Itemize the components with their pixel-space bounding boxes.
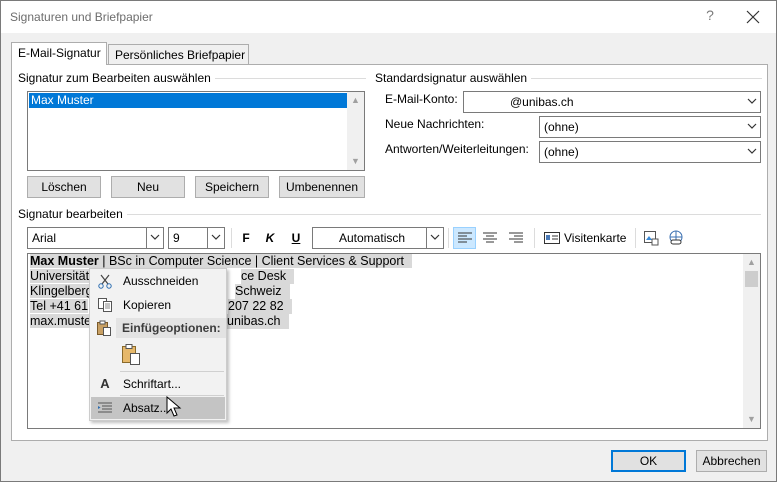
tab-email-signature-label: E-Mail-Signatur — [18, 46, 101, 60]
scroll-up-icon[interactable]: ▲ — [347, 92, 364, 109]
editor-scrollbar[interactable]: ▲ ▼ — [743, 254, 760, 428]
save-button[interactable]: Speichern — [195, 176, 269, 198]
scrollbar-thumb[interactable] — [745, 271, 758, 287]
signature-list[interactable]: Max Muster ▲ ▼ — [27, 91, 365, 171]
font-color-select[interactable]: Automatisch — [312, 227, 444, 249]
signatures-dialog: Signaturen und Briefpapier ? E-Mail-Sign… — [0, 0, 777, 482]
replies-forwards-select[interactable]: (ohne) — [539, 141, 761, 163]
new-messages-label: Neue Nachrichten: — [385, 117, 485, 131]
scroll-down-icon[interactable]: ▼ — [347, 153, 364, 170]
chevron-down-icon[interactable] — [743, 92, 760, 112]
align-left-icon[interactable] — [453, 227, 476, 249]
business-card-button[interactable]: Visitenkarte — [542, 228, 632, 248]
tab-personal-stationery[interactable]: Persönliches Briefpapier — [108, 44, 249, 64]
toolbar-separator — [534, 228, 535, 248]
select-signature-heading: Signatur zum Bearbeiten auswählen — [18, 71, 215, 85]
signature-line-3-right: Schweiz — [235, 284, 290, 299]
bold-button[interactable]: F — [236, 228, 256, 248]
email-account-label: E-Mail-Konto: — [385, 92, 458, 106]
paragraph-icon — [97, 400, 113, 416]
menu-item-paragraph-label: Absatz... — [123, 401, 170, 415]
signature-line-4-right: 207 22 82 — [228, 299, 292, 314]
toolbar-separator — [635, 228, 636, 248]
ok-button[interactable]: OK — [611, 450, 686, 472]
menu-item-copy[interactable]: Kopieren — [91, 294, 225, 316]
list-item[interactable]: Max Muster — [29, 93, 347, 108]
italic-button[interactable]: K — [260, 228, 280, 248]
chevron-down-icon[interactable] — [743, 117, 760, 137]
new-messages-select[interactable]: (ohne) — [539, 116, 761, 138]
menu-item-font-label: Schriftart... — [123, 377, 182, 391]
scroll-down-icon[interactable]: ▼ — [743, 411, 760, 428]
window-title: Signaturen und Briefpapier — [10, 10, 153, 24]
menu-item-cut[interactable]: Ausschneiden — [91, 270, 225, 292]
context-menu: Ausschneiden Kopieren Einfügeoptionen: A… — [89, 268, 227, 421]
align-right-icon[interactable] — [506, 228, 526, 248]
menu-separator — [120, 371, 224, 372]
signature-line-5-left: max.muste — [30, 314, 92, 328]
tab-email-signature[interactable]: E-Mail-Signatur — [11, 42, 107, 65]
font-select[interactable]: Arial — [27, 227, 164, 249]
font-icon: A — [100, 376, 110, 391]
insert-hyperlink-icon[interactable] — [666, 228, 686, 248]
signature-title: | BSc in Computer Science | Client Servi… — [98, 254, 405, 268]
font-size-select[interactable]: 9 — [168, 227, 225, 249]
signature-line-2: Universität ce Desk — [30, 269, 295, 284]
section-divider — [211, 78, 366, 79]
signature-line-2-left: Universität — [30, 269, 90, 283]
insert-picture-icon[interactable] — [641, 228, 661, 248]
new-messages-value: (ohne) — [544, 120, 579, 134]
chevron-down-icon[interactable] — [426, 228, 443, 248]
delete-button[interactable]: Löschen — [27, 176, 101, 198]
signature-line-3: Klingelberg Schweiz — [30, 284, 290, 299]
section-divider — [123, 214, 761, 215]
chevron-down-icon[interactable] — [146, 228, 163, 248]
signature-line-5: max.muste unibas.ch — [30, 314, 289, 329]
signature-name: Max Muster — [30, 254, 99, 268]
business-card-icon — [544, 231, 560, 248]
scroll-up-icon[interactable]: ▲ — [743, 254, 760, 271]
toolbar-separator — [448, 228, 449, 248]
section-divider — [526, 78, 762, 79]
paste-options-header: Einfügeoptionen: — [116, 318, 226, 338]
mouse-cursor-icon — [166, 395, 182, 418]
cancel-button[interactable]: Abbrechen — [696, 450, 767, 472]
rename-button[interactable]: Umbenennen — [279, 176, 365, 198]
paste-icon — [96, 320, 112, 336]
chevron-down-icon[interactable] — [743, 142, 760, 162]
menu-item-cut-label: Ausschneiden — [123, 274, 199, 288]
business-card-label: Visitenkarte — [564, 231, 627, 245]
default-signature-heading: Standardsignatur auswählen — [375, 71, 532, 85]
signature-line-5-right: unibas.ch — [227, 314, 289, 329]
email-account-value: @unibas.ch — [510, 95, 574, 109]
font-value: Arial — [32, 231, 57, 245]
signature-list-scrollbar[interactable]: ▲ ▼ — [347, 92, 364, 170]
signature-line-2-right: ce Desk — [241, 269, 295, 284]
underline-button[interactable]: U — [286, 228, 306, 248]
title-bar: Signaturen und Briefpapier ? — [1, 1, 776, 33]
scissors-icon — [97, 273, 113, 289]
menu-item-font[interactable]: A Schriftart... — [91, 373, 225, 395]
replies-forwards-value: (ohne) — [544, 145, 579, 159]
close-icon[interactable] — [741, 5, 765, 29]
paste-keep-text-only-icon[interactable] — [120, 343, 144, 367]
chevron-down-icon[interactable] — [207, 228, 224, 248]
replies-forwards-label: Antworten/Weiterleitungen: — [385, 142, 529, 156]
signature-line-4-left: Tel +41 61 — [30, 299, 89, 313]
font-size-value: 9 — [173, 231, 180, 245]
signature-line-1: Max Muster | BSc in Computer Science | C… — [30, 254, 413, 269]
signature-line-4: Tel +41 61 207 22 82 — [30, 299, 292, 314]
menu-item-paragraph[interactable]: Absatz... — [91, 397, 225, 419]
edit-signature-heading: Signatur bearbeiten — [18, 207, 127, 221]
align-center-icon[interactable] — [480, 228, 500, 248]
menu-item-copy-label: Kopieren — [123, 298, 172, 312]
new-button[interactable]: Neu — [111, 176, 185, 198]
help-button[interactable]: ? — [700, 7, 720, 23]
copy-icon — [97, 297, 113, 313]
font-color-value: Automatisch — [339, 231, 406, 245]
email-account-select[interactable]: @unibas.ch — [463, 91, 761, 113]
signature-line-3-left: Klingelberg — [30, 284, 93, 298]
tab-personal-stationery-label: Persönliches Briefpapier — [115, 48, 246, 62]
toolbar-separator — [231, 228, 232, 248]
